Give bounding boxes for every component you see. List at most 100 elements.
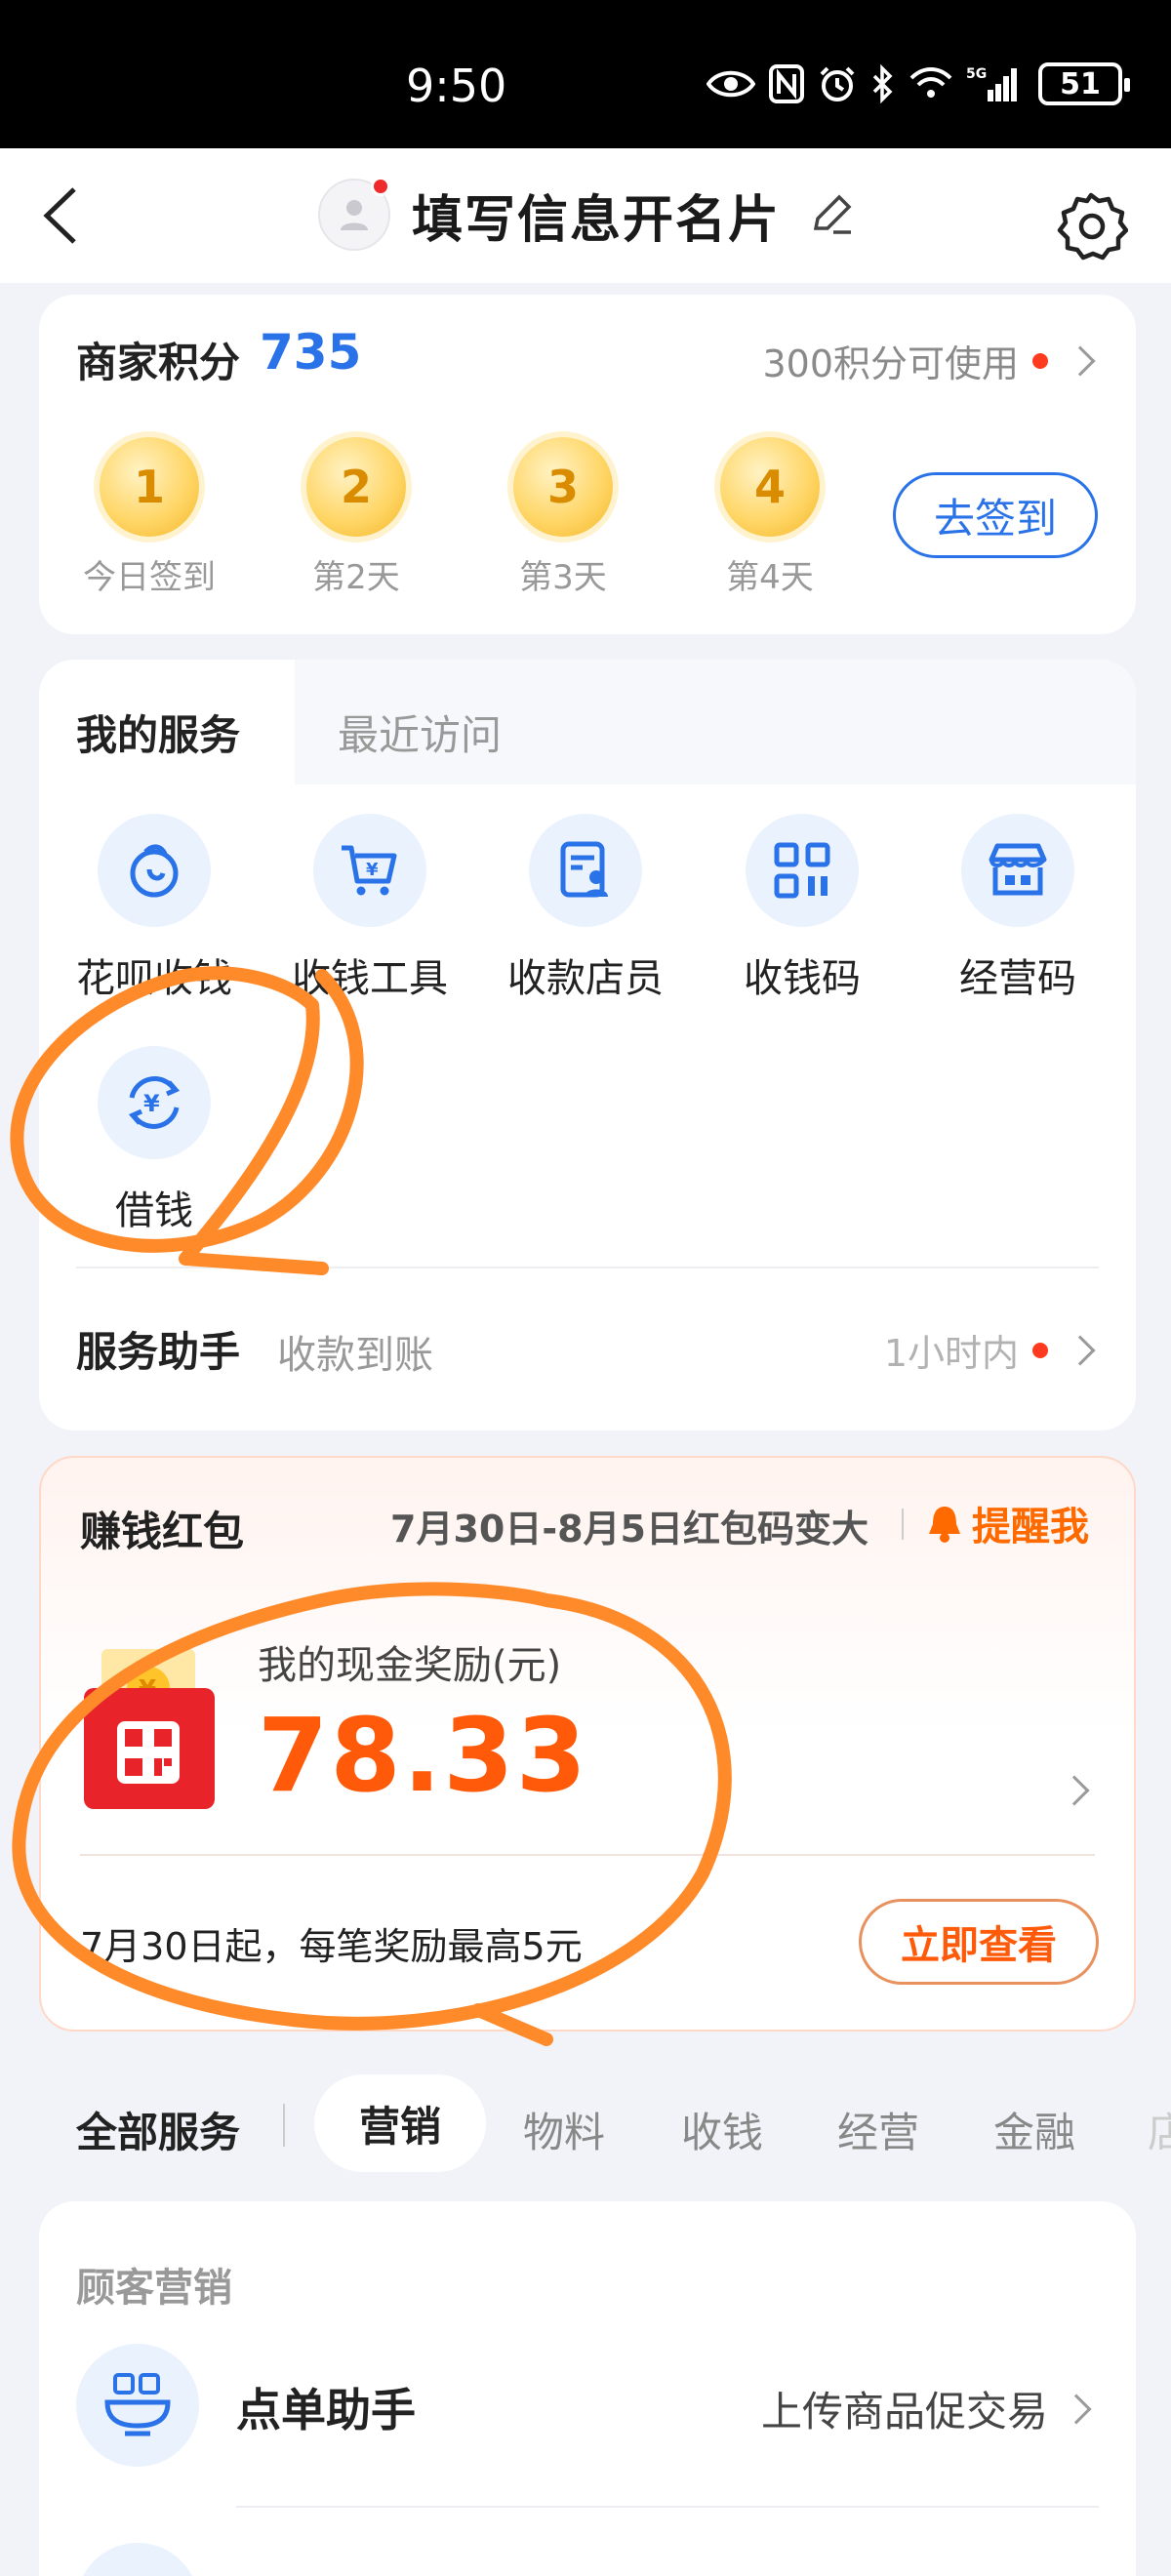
qr-code-icon	[746, 814, 859, 927]
service-tools[interactable]: ¥ 收钱工具	[261, 814, 479, 1003]
service-assistant-subtitle: 收款到账	[277, 1333, 433, 1378]
gear-icon	[1057, 192, 1129, 261]
service-label: 借钱	[115, 1188, 193, 1233]
settings-button[interactable]	[1054, 189, 1129, 263]
checkin-label: 第4天	[726, 558, 814, 597]
service-qrcode[interactable]: 收钱码	[693, 814, 911, 1003]
nav-bar: 填写信息开名片	[0, 148, 1171, 283]
service-huabei[interactable]: 花呗收钱	[45, 814, 263, 1003]
tab-finance[interactable]: 金融	[993, 2100, 1075, 2159]
eye-icon	[707, 60, 755, 107]
service-assistant-link[interactable]: 1小时内	[883, 1323, 1096, 1377]
avatar	[318, 177, 390, 251]
all-services-tabs: 全部服务 营销 物料 收钱 经营 金融 店	[0, 2065, 1171, 2182]
status-time: 9:50	[406, 60, 507, 112]
divider	[236, 2506, 1099, 2508]
remind-me-label: 提醒我	[972, 1505, 1089, 1550]
points-redeem-text: 300积分可使用	[762, 342, 1019, 385]
red-dot	[1032, 352, 1048, 369]
chevron-right-icon	[1061, 2393, 1092, 2425]
merchant-points-card: 商家积分 735 300积分可使用 1 今日签到 2 第2天 3 第3天 4 第…	[39, 295, 1136, 634]
divider	[80, 1854, 1095, 1856]
checkin-label: 第2天	[312, 558, 400, 597]
coin-icon: 1	[100, 437, 199, 537]
service-label: 收钱码	[744, 956, 861, 1001]
view-now-button[interactable]: 立即查看	[859, 1899, 1099, 1985]
back-button[interactable]	[33, 183, 92, 248]
divider	[76, 1267, 1099, 1268]
chevron-right-icon	[1059, 1775, 1090, 1806]
service-label: 收款店员	[507, 956, 664, 1001]
back-arrow-icon	[43, 187, 76, 244]
service-label: 收钱工具	[292, 956, 448, 1001]
service-label: 花呗收钱	[76, 956, 232, 1001]
loan-icon: ¥	[98, 1046, 211, 1159]
store-icon	[961, 814, 1074, 927]
coin-icon: 2	[306, 437, 406, 537]
divider	[902, 1509, 904, 1540]
alarm-icon	[818, 60, 857, 107]
status-icons: 5G 51	[707, 60, 1130, 107]
huabei-icon	[98, 814, 211, 927]
service-business-code[interactable]: 经营码	[909, 814, 1127, 1003]
user-icon	[341, 200, 368, 230]
checkin-day-2: 2 第2天	[283, 437, 429, 598]
red-packet-promo: 7月30日-8月5日红包码变大	[390, 1508, 868, 1550]
service-assistant-title: 服务助手	[76, 1328, 241, 1376]
notification-dot	[371, 177, 390, 196]
battery-indicator: 51	[1038, 62, 1130, 105]
order-assistant-icon	[76, 2344, 199, 2467]
red-packet-title: 赚钱红包	[80, 1508, 245, 1555]
edit-icon	[813, 194, 852, 234]
tab-marketing[interactable]: 营销	[314, 2074, 486, 2172]
checkin-day-3: 3 第3天	[490, 437, 636, 598]
bell-icon	[929, 1507, 960, 1543]
checkin-day-4: 4 第4天	[697, 437, 843, 598]
reward-note: 7月30日起，每笔奖励最高5元	[80, 1925, 583, 1968]
earn-red-packet-card: 赚钱红包 7月30日-8月5日红包码变大 提醒我 ¥ 我的现金奖励(元) 78.…	[39, 1456, 1136, 2032]
cash-reward-amount: 78.33	[258, 1696, 588, 1815]
customer-marketing-card: 顾客营销 点单助手 上传商品促交易	[39, 2201, 1136, 2576]
order-assistant-link[interactable]: 上传商品促交易	[760, 2379, 1092, 2438]
tab-store[interactable]: 店	[1148, 2100, 1171, 2159]
tab-materials[interactable]: 物料	[523, 2100, 605, 2159]
cash-reward-label: 我的现金奖励(元)	[258, 1643, 562, 1688]
order-assistant-desc: 上传商品促交易	[760, 2388, 1048, 2435]
signal-icon: 5G	[966, 60, 1019, 107]
service-loan[interactable]: ¥ 借钱	[45, 1046, 263, 1235]
bluetooth-icon	[870, 60, 896, 107]
tab-operations[interactable]: 经营	[837, 2100, 919, 2159]
reward-detail-link[interactable]	[1059, 1775, 1090, 1806]
coin-icon: 3	[513, 437, 613, 537]
chevron-right-icon	[1065, 344, 1096, 377]
nfc-icon	[769, 60, 804, 107]
order-assistant-name[interactable]: 点单助手	[236, 2375, 416, 2439]
checkin-label: 第3天	[519, 558, 607, 597]
checkin-label: 今日签到	[83, 558, 216, 597]
clerk-icon	[529, 814, 642, 927]
services-tabbar: 我的服务 最近访问	[39, 660, 1136, 785]
chevron-right-icon	[1065, 1334, 1096, 1366]
service-icon	[76, 2543, 199, 2576]
cart-yuan-icon: ¥	[313, 814, 426, 927]
tab-recent-visits[interactable]: 最近访问	[338, 703, 502, 762]
points-value: 735	[260, 324, 362, 381]
service-label: 经营码	[959, 956, 1076, 1001]
svg-text:¥: ¥	[366, 860, 379, 880]
section-title: 顾客营销	[76, 2266, 232, 2311]
points-title: 商家积分	[76, 339, 241, 386]
remind-me-button[interactable]: 提醒我	[925, 1495, 1089, 1551]
profile-card-link[interactable]: 填写信息开名片	[318, 174, 857, 256]
coin-icon: 4	[720, 437, 820, 537]
service-assistant-status: 1小时内	[883, 1332, 1019, 1375]
points-redeem-link[interactable]: 300积分可使用	[762, 334, 1096, 387]
status-bar: 9:50 5G 51	[0, 0, 1171, 148]
svg-text:¥: ¥	[143, 1090, 160, 1117]
tab-my-services[interactable]: 我的服务	[76, 703, 240, 762]
service-clerk[interactable]: 收款店员	[476, 814, 695, 1003]
tab-collect[interactable]: 收钱	[681, 2100, 763, 2159]
all-services-label: 全部服务	[76, 2109, 241, 2156]
red-dot	[1032, 1342, 1048, 1358]
my-services-card: 我的服务 最近访问 花呗收钱 ¥ 收钱工具 收款店员 收钱码 经营码 ¥ 借钱 …	[39, 660, 1136, 1430]
signin-button[interactable]: 去签到	[893, 472, 1098, 558]
